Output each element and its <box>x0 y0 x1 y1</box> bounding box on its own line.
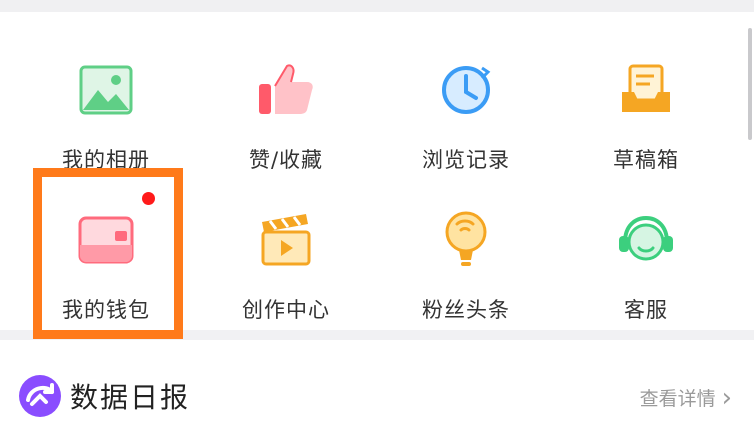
grid-item-photo-album[interactable]: 我的相册 <box>16 24 196 174</box>
clock-icon <box>434 58 498 122</box>
chevron-right-icon: › <box>721 382 732 413</box>
grid-item-label: 赞/收藏 <box>248 148 324 172</box>
thumbs-up-icon <box>254 58 318 122</box>
view-details-label: 查看详情 <box>639 388 716 410</box>
top-separator <box>0 0 754 12</box>
grid-item-wallet[interactable]: 我的钱包 <box>16 174 196 324</box>
view-details-link[interactable]: 查看详情 › <box>640 384 732 411</box>
grid-item-label: 草稿箱 <box>613 148 679 172</box>
draft-box-icon <box>614 58 678 122</box>
grid-item-label: 我的相册 <box>62 148 150 172</box>
photo-album-icon <box>74 58 138 122</box>
wallet-icon <box>74 208 138 272</box>
grid-item-label: 浏览记录 <box>422 148 510 172</box>
grid-item-label: 创作中心 <box>242 298 330 322</box>
grid-item-label: 粉丝头条 <box>422 298 510 322</box>
grid-item-customer-service[interactable]: 客服 <box>556 174 736 324</box>
wallet-notification-badge <box>142 192 155 205</box>
grid-item-fans-headline[interactable]: 粉丝头条 <box>376 174 556 324</box>
daily-report-section[interactable]: 数据日报 查看详情 › <box>0 340 754 424</box>
lightbulb-icon <box>434 208 498 272</box>
grid-item-drafts[interactable]: 草稿箱 <box>556 24 736 174</box>
grid-item-likes-favorites[interactable]: 赞/收藏 <box>196 24 376 174</box>
grid-item-creator-center[interactable]: 创作中心 <box>196 174 376 324</box>
grid-item-history[interactable]: 浏览记录 <box>376 24 556 174</box>
clapperboard-icon <box>254 208 318 272</box>
daily-report-title: 数据日报 <box>70 381 191 414</box>
daily-report-icon <box>18 374 62 418</box>
grid-item-label: 我的钱包 <box>62 298 150 322</box>
scrollbar[interactable] <box>748 28 752 140</box>
menu-grid-card: 我的相册 赞/收藏 浏览记录 草稿箱 我的钱包 创作中心 粉丝头条 客服 <box>0 12 754 330</box>
grid-item-label: 客服 <box>624 298 668 322</box>
headset-icon <box>614 208 678 272</box>
